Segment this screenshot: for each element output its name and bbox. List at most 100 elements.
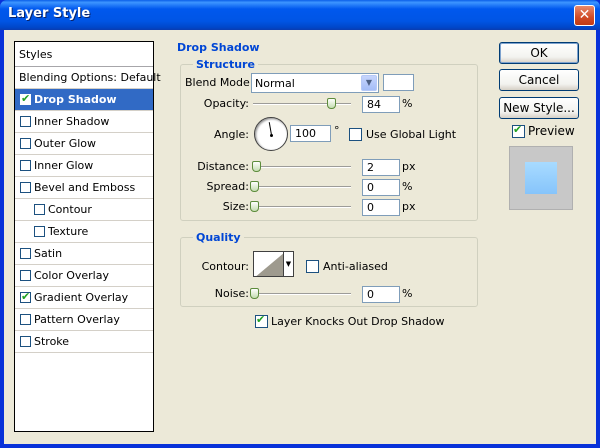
- style-item-satin[interactable]: Satin: [15, 243, 153, 265]
- style-checkbox[interactable]: [34, 204, 45, 215]
- title-bar[interactable]: Layer Style ✕: [0, 0, 600, 30]
- styles-list: Styles Blending Options: Default ✔ Drop Sh…: [14, 41, 161, 432]
- layer-knocks-out-checkbox[interactable]: ✔: [255, 313, 268, 328]
- style-item-label: Satin: [34, 247, 63, 260]
- layer-style-window: Layer Style ✕ Styles Blending Options: D…: [0, 0, 600, 448]
- structure-title: Structure: [193, 58, 258, 71]
- style-item-blending-options-default[interactable]: Blending Options: Default: [15, 67, 161, 89]
- style-checkbox[interactable]: [20, 314, 31, 325]
- distance-unit: px: [402, 160, 416, 173]
- distance-slider-thumb[interactable]: [251, 161, 261, 172]
- size-unit: px: [402, 200, 416, 213]
- use-global-light-checkbox[interactable]: [349, 128, 362, 141]
- angle-input[interactable]: 100: [290, 125, 331, 142]
- style-checkbox[interactable]: [20, 160, 31, 171]
- contour-curve-picker[interactable]: [253, 251, 284, 277]
- size-slider-thumb[interactable]: [250, 201, 259, 212]
- distance-slider-track[interactable]: [253, 166, 351, 168]
- preview-thumbnail: [509, 146, 573, 210]
- style-item-label: Texture: [48, 225, 89, 238]
- style-item-label: Gradient Overlay: [34, 291, 129, 304]
- style-item-texture[interactable]: Texture: [15, 221, 153, 243]
- opacity-input[interactable]: 84: [362, 96, 400, 113]
- blend-mode-value: Normal: [255, 77, 295, 90]
- style-item-label: Inner Shadow: [34, 115, 110, 128]
- style-item-color-overlay[interactable]: Color Overlay: [15, 265, 153, 287]
- preview-checkbox[interactable]: ✔: [512, 123, 525, 138]
- spread-slider-track[interactable]: [253, 186, 351, 188]
- opacity-slider-track[interactable]: [253, 103, 351, 105]
- contour-label: Contour:: [201, 260, 249, 273]
- style-checkbox[interactable]: [20, 138, 31, 149]
- style-item-bevel-and-emboss[interactable]: Bevel and Emboss: [15, 177, 153, 199]
- spread-slider-thumb[interactable]: [250, 181, 259, 192]
- style-item-inner-glow[interactable]: Inner Glow: [15, 155, 153, 177]
- style-item-stroke[interactable]: Stroke: [15, 331, 153, 353]
- style-checkbox[interactable]: [20, 182, 31, 193]
- window-title: Layer Style: [8, 6, 91, 21]
- quality-group: Quality Contour: ▼ Anti-aliased Noise: 0…: [180, 231, 478, 307]
- size-label: Size:: [222, 200, 249, 213]
- noise-slider-track[interactable]: [253, 293, 351, 295]
- preview-label: Preview: [528, 124, 575, 138]
- styles-header[interactable]: Styles: [15, 42, 153, 67]
- distance-input[interactable]: 2: [362, 159, 400, 176]
- angle-dial[interactable]: [254, 117, 288, 151]
- contour-dropdown-arrow[interactable]: ▼: [284, 251, 294, 277]
- style-item-label: Bevel and Emboss: [34, 181, 136, 194]
- ok-button[interactable]: OK: [499, 42, 579, 64]
- checkmark-icon: ✔: [256, 313, 266, 326]
- preview-swatch: [525, 162, 557, 194]
- opacity-label: Opacity:: [203, 97, 249, 110]
- layer-knocks-out-label: Layer Knocks Out Drop Shadow: [271, 315, 445, 328]
- new-style-button[interactable]: New Style...: [499, 97, 579, 119]
- noise-unit: %: [402, 287, 413, 300]
- blend-mode-label: Blend Mode:: [185, 76, 254, 89]
- style-checkbox[interactable]: [20, 116, 31, 127]
- style-item-pattern-overlay[interactable]: Pattern Overlay: [15, 309, 153, 331]
- blend-mode-select[interactable]: Normal ▼: [251, 73, 379, 93]
- angle-center: [270, 134, 273, 137]
- shadow-color-swatch[interactable]: [383, 74, 414, 91]
- style-checkbox[interactable]: [20, 248, 31, 259]
- style-item-label: Stroke: [34, 335, 70, 348]
- cancel-button[interactable]: Cancel: [499, 69, 579, 91]
- style-checkbox[interactable]: ✔: [20, 92, 31, 105]
- opacity-unit: %: [402, 97, 413, 110]
- angle-label: Angle:: [213, 128, 249, 141]
- close-button[interactable]: ✕: [574, 5, 595, 26]
- noise-slider-thumb[interactable]: [250, 288, 259, 299]
- style-item-drop-shadow[interactable]: ✔ Drop Shadow: [15, 89, 153, 111]
- style-item-label: Contour: [48, 203, 92, 216]
- checkmark-icon: ✔: [21, 92, 31, 105]
- noise-input[interactable]: 0: [362, 286, 400, 303]
- style-item-label: Blending Options: Default: [19, 71, 161, 84]
- noise-label: Noise:: [214, 287, 249, 300]
- size-slider-track[interactable]: [253, 206, 351, 208]
- style-checkbox[interactable]: [34, 226, 45, 237]
- opacity-slider-thumb[interactable]: [327, 98, 337, 109]
- structure-group: Structure Blend Mode: Normal ▼ Opacity: …: [180, 58, 478, 221]
- size-input[interactable]: 0: [362, 199, 400, 216]
- quality-title: Quality: [193, 231, 244, 244]
- style-checkbox[interactable]: [20, 270, 31, 281]
- dialog-body: Styles Blending Options: Default ✔ Drop Sh…: [4, 30, 596, 444]
- spread-unit: %: [402, 180, 413, 193]
- style-item-gradient-overlay[interactable]: ✔ Gradient Overlay: [15, 287, 153, 309]
- style-item-label: Color Overlay: [34, 269, 109, 282]
- style-item-contour[interactable]: Contour: [15, 199, 153, 221]
- checkmark-icon: ✔: [513, 123, 523, 136]
- style-item-inner-shadow[interactable]: Inner Shadow: [15, 111, 153, 133]
- spread-label: Spread:: [206, 180, 249, 193]
- style-checkbox[interactable]: [20, 336, 31, 347]
- chevron-down-icon: ▼: [361, 75, 377, 91]
- anti-aliased-label: Anti-aliased: [323, 260, 388, 273]
- angle-unit: °: [334, 124, 340, 137]
- contour-curve-icon: [254, 252, 283, 276]
- drop-shadow-title: Drop Shadow: [174, 41, 263, 54]
- style-item-outer-glow[interactable]: Outer Glow: [15, 133, 153, 155]
- style-checkbox[interactable]: ✔: [20, 290, 31, 303]
- anti-aliased-checkbox[interactable]: [306, 260, 319, 273]
- spread-input[interactable]: 0: [362, 179, 400, 196]
- style-item-label: Outer Glow: [34, 137, 97, 150]
